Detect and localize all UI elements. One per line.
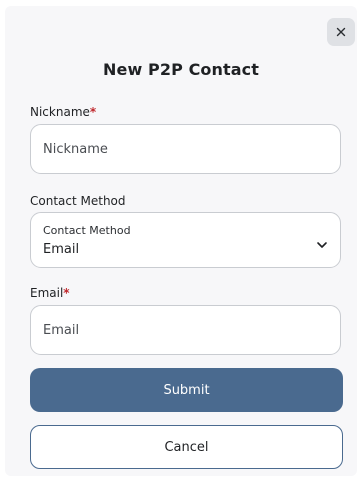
email-label: Email* <box>30 286 70 300</box>
contact-method-value: Email <box>43 242 80 257</box>
dialog-title: New P2P Contact <box>103 60 259 79</box>
contact-method-label: Contact Method <box>30 194 126 208</box>
contact-method-select[interactable]: Contact Method Email <box>30 212 341 268</box>
nickname-label: Nickname* <box>30 105 96 119</box>
close-icon <box>336 27 346 37</box>
chevron-down-icon <box>316 234 328 253</box>
cancel-button[interactable]: Cancel <box>30 425 343 469</box>
new-contact-dialog: New P2P Contact Nickname* Contact Method… <box>5 6 357 476</box>
nickname-input[interactable] <box>31 125 340 173</box>
email-input[interactable] <box>31 306 340 354</box>
email-field[interactable] <box>30 305 341 355</box>
contact-method-inner-label: Contact Method <box>43 224 131 237</box>
nickname-field[interactable] <box>30 124 341 174</box>
email-label-text: Email <box>30 286 64 300</box>
nickname-label-text: Nickname <box>30 105 90 119</box>
close-button[interactable] <box>327 18 355 46</box>
required-indicator: * <box>89 105 97 119</box>
submit-button[interactable]: Submit <box>30 368 343 412</box>
required-indicator: * <box>63 286 70 300</box>
